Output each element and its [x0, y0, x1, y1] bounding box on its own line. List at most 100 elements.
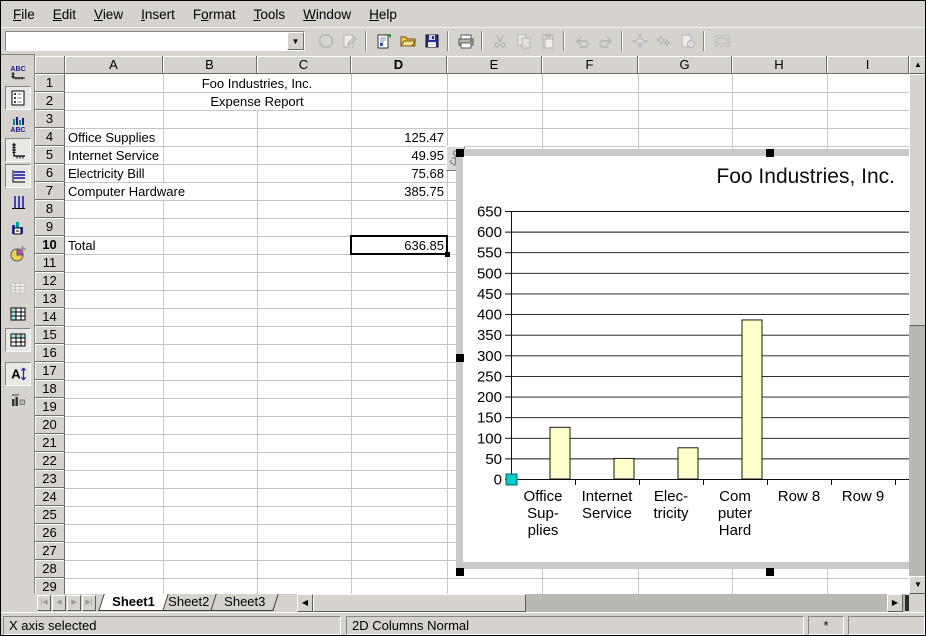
row-header-20[interactable]: 20: [35, 416, 65, 434]
axes-icon[interactable]: [5, 138, 31, 162]
sheet-nav-next-icon[interactable]: ▶: [67, 595, 81, 611]
column-header-D[interactable]: D: [351, 56, 447, 74]
name-box-input[interactable]: [6, 32, 287, 50]
chart-handle-bottom-left[interactable]: [456, 568, 464, 576]
cell-D6[interactable]: 75.68: [352, 165, 446, 182]
name-box[interactable]: ▼: [5, 31, 305, 51]
chart-type-icon[interactable]: [5, 242, 31, 266]
row-header-24[interactable]: 24: [35, 488, 65, 506]
menu-window[interactable]: Window: [294, 4, 360, 25]
chart-handle-left-middle[interactable]: [456, 354, 464, 362]
column-header-I[interactable]: I: [827, 56, 909, 74]
chart-handle-bottom-middle[interactable]: [766, 568, 774, 576]
scroll-down-icon[interactable]: ▼: [909, 576, 926, 594]
horizontal-scrollbar[interactable]: ◀ ▶: [297, 594, 905, 612]
row-header-15[interactable]: 15: [35, 326, 65, 344]
row-header-26[interactable]: 26: [35, 524, 65, 542]
print-icon[interactable]: [455, 30, 477, 52]
sheet-tab-sheet3[interactable]: Sheet3: [210, 594, 279, 611]
menu-view[interactable]: View: [85, 4, 132, 25]
cell-A10[interactable]: Total: [66, 237, 97, 254]
column-header-G[interactable]: G: [638, 56, 732, 74]
chart-handle-top-left[interactable]: [456, 149, 464, 157]
cell-A5[interactable]: Internet Service: [66, 147, 161, 164]
row-header-10[interactable]: 10: [35, 236, 65, 254]
select-all-corner[interactable]: [35, 56, 65, 74]
column-header-C[interactable]: C: [257, 56, 351, 74]
row-header-19[interactable]: 19: [35, 398, 65, 416]
sheet-nav-last-icon[interactable]: ▶|: [82, 595, 96, 611]
column-header-E[interactable]: E: [447, 56, 542, 74]
row-header-21[interactable]: 21: [35, 434, 65, 452]
scroll-left-icon[interactable]: ◀: [297, 594, 313, 612]
scroll-up-icon[interactable]: ▲: [909, 56, 926, 74]
vertical-grid-icon[interactable]: [5, 190, 31, 214]
menu-tools[interactable]: Tools: [245, 4, 295, 25]
save-icon[interactable]: [421, 30, 443, 52]
axes-title-icon[interactable]: ABC: [5, 112, 31, 136]
sheet-nav-previous-icon[interactable]: ◀: [52, 595, 66, 611]
row-header-3[interactable]: 3: [35, 110, 65, 128]
chart-handle-top-middle[interactable]: [766, 149, 774, 157]
column-header-H[interactable]: H: [732, 56, 827, 74]
cell-D5[interactable]: 49.95: [352, 147, 446, 164]
row-header-12[interactable]: 12: [35, 272, 65, 290]
vertical-scrollbar[interactable]: ▲ ▼: [909, 56, 926, 594]
row-header-8[interactable]: 8: [35, 200, 65, 218]
vertical-scroll-thumb[interactable]: [909, 74, 926, 326]
row-header-2[interactable]: 2: [35, 92, 65, 110]
row-header-6[interactable]: 6: [35, 164, 65, 182]
row-header-29[interactable]: 29: [35, 578, 65, 594]
row-header-16[interactable]: 16: [35, 344, 65, 362]
column-header-A[interactable]: A: [65, 56, 163, 74]
sheet-tab-sheet1[interactable]: Sheet1: [98, 594, 168, 611]
column-header-B[interactable]: B: [163, 56, 257, 74]
row-header-4[interactable]: 4: [35, 128, 65, 146]
fill-handle[interactable]: [445, 252, 450, 257]
data-in-columns-icon[interactable]: [5, 328, 31, 352]
row-header-11[interactable]: 11: [35, 254, 65, 272]
menu-file[interactable]: File: [4, 4, 44, 25]
row-header-13[interactable]: 13: [35, 290, 65, 308]
tab-splitter-handle[interactable]: [905, 595, 909, 611]
embedded-chart-object[interactable]: Foo Industries, Inc. 0501001502002503003…: [456, 149, 909, 569]
row-header-22[interactable]: 22: [35, 452, 65, 470]
chart-plot-area[interactable]: 050100150200250300350400450500550600650O…: [463, 184, 909, 565]
new-document-icon[interactable]: [373, 30, 395, 52]
row-header-27[interactable]: 27: [35, 542, 65, 560]
legend-icon[interactable]: [5, 86, 31, 110]
cell-D4[interactable]: 125.47: [352, 129, 446, 146]
spreadsheet-grid[interactable]: ABCDEFGHI 123456789101112131415161718192…: [35, 56, 909, 594]
cell-A6[interactable]: Electricity Bill: [66, 165, 147, 182]
row-header-9[interactable]: 9: [35, 218, 65, 236]
row-header-5[interactable]: 5: [35, 146, 65, 164]
horizontal-scroll-thumb[interactable]: [313, 594, 526, 612]
chart-data-icon[interactable]: [5, 216, 31, 240]
cell-A7[interactable]: Computer Hardware: [66, 183, 187, 200]
row-header-17[interactable]: 17: [35, 362, 65, 380]
row-header-28[interactable]: 28: [35, 560, 65, 578]
row-header-18[interactable]: 18: [35, 380, 65, 398]
auto-layout-icon[interactable]: [5, 388, 31, 412]
cell-B1[interactable]: Foo Industries, Inc.: [164, 75, 350, 92]
row-header-7[interactable]: 7: [35, 182, 65, 200]
menu-edit[interactable]: Edit: [44, 4, 85, 25]
horizontal-grid-icon[interactable]: [5, 164, 31, 188]
scroll-right-icon[interactable]: ▶: [887, 594, 903, 612]
name-box-dropdown-icon[interactable]: ▼: [287, 32, 304, 50]
chart-title-icon[interactable]: ABC: [5, 60, 31, 84]
row-header-1[interactable]: 1: [35, 74, 65, 92]
menu-format[interactable]: Format: [184, 4, 245, 25]
cell-B2[interactable]: Expense Report: [164, 93, 350, 110]
cell-D7[interactable]: 385.75: [352, 183, 446, 200]
row-header-25[interactable]: 25: [35, 506, 65, 524]
scale-text-icon[interactable]: A: [5, 362, 31, 386]
open-icon[interactable]: [397, 30, 419, 52]
data-in-rows-icon[interactable]: [5, 302, 31, 326]
menu-insert[interactable]: Insert: [132, 4, 184, 25]
row-header-23[interactable]: 23: [35, 470, 65, 488]
sheet-nav-first-icon[interactable]: |◀: [37, 595, 51, 611]
column-header-F[interactable]: F: [542, 56, 638, 74]
cell-A4[interactable]: Office Supplies: [66, 129, 157, 146]
menu-help[interactable]: Help: [360, 4, 406, 25]
